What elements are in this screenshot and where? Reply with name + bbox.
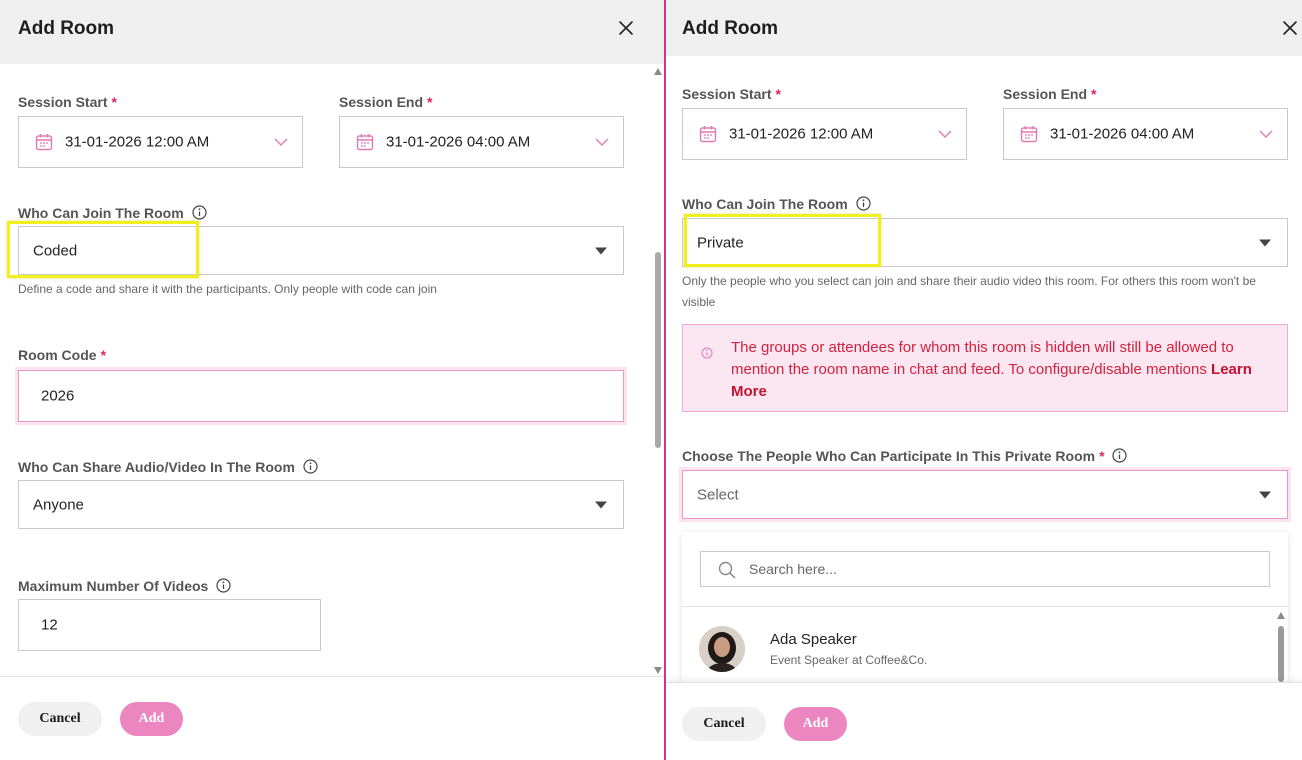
caret-down-icon: [1259, 491, 1271, 498]
who-can-join-label: Who Can Join The Room: [18, 205, 207, 221]
chevron-down-icon: [1259, 130, 1273, 138]
room-code-input[interactable]: 2026: [18, 370, 624, 422]
caret-down-icon: [595, 501, 607, 508]
who-can-join-value: Coded: [33, 242, 78, 259]
who-can-share-value: Anyone: [33, 496, 84, 513]
session-end-value: 31-01-2026 04:00 AM: [386, 133, 531, 151]
scroll-thumb[interactable]: [1278, 626, 1284, 682]
add-button[interactable]: Add: [120, 702, 183, 736]
session-start-field[interactable]: 31-01-2026 12:00 AM: [18, 116, 303, 168]
list-item[interactable]: Ada Speaker Event Speaker at Coffee&Co.: [682, 608, 1272, 682]
session-start-label: Session Start *: [18, 94, 117, 110]
room-code-label: Room Code *: [18, 347, 107, 363]
who-can-join-hint: Define a code and share it with the part…: [18, 282, 437, 296]
panel-title: Add Room: [18, 18, 115, 39]
session-start-value: 31-01-2026 12:00 AM: [65, 133, 210, 151]
choose-people-placeholder: Select: [697, 486, 739, 503]
panel-footer: Cancel Add: [0, 676, 664, 760]
close-icon[interactable]: [614, 16, 638, 40]
session-end-label: Session End *: [339, 94, 433, 110]
screen: Add Room Session Start * 31-01-2026 12:00…: [0, 0, 1302, 760]
add-button[interactable]: Add: [784, 707, 847, 741]
dropdown-scrollbar[interactable]: [1276, 610, 1286, 682]
alert-text: The groups or attendees for whom this ro…: [731, 339, 1252, 400]
info-icon[interactable]: [216, 578, 231, 593]
session-end-value: 31-01-2026 04:00 AM: [1050, 125, 1195, 143]
max-videos-value: 12: [41, 616, 58, 634]
cancel-button[interactable]: Cancel: [18, 702, 102, 736]
cancel-button[interactable]: Cancel: [682, 707, 766, 741]
calendar-icon: [699, 126, 717, 143]
scroll-up-icon[interactable]: [1277, 612, 1285, 619]
session-start-label: Session Start *: [682, 86, 781, 102]
choose-people-label: Choose The People Who Can Participate In…: [682, 448, 1128, 464]
who-can-join-select[interactable]: Private: [682, 218, 1288, 267]
person-title: Event Speaker at Coffee&Co.: [770, 653, 928, 667]
panel-footer: Cancel Add: [666, 682, 1302, 760]
avatar: [699, 626, 745, 672]
chevron-down-icon: [274, 138, 288, 146]
session-end-field[interactable]: 31-01-2026 04:00 AM: [339, 116, 624, 168]
session-end-field[interactable]: 31-01-2026 04:00 AM: [1003, 108, 1288, 160]
info-icon[interactable]: [855, 196, 871, 211]
choose-people-select[interactable]: Select: [682, 470, 1288, 519]
scroll-down-icon[interactable]: [654, 667, 662, 674]
max-videos-label: Maximum Number Of Videos: [18, 578, 231, 594]
session-start-field[interactable]: 31-01-2026 12:00 AM: [682, 108, 967, 160]
who-can-share-label: Who Can Share Audio/Video In The Room: [18, 459, 318, 475]
close-icon[interactable]: [1278, 16, 1302, 40]
info-icon[interactable]: [303, 459, 318, 474]
session-start-value: 31-01-2026 12:00 AM: [729, 125, 874, 143]
panel-header: Add Room: [0, 0, 664, 64]
info-icon: [701, 347, 713, 359]
max-videos-input[interactable]: 12: [18, 599, 321, 651]
panel-title: Add Room: [682, 18, 779, 39]
who-can-join-hint: Only the people who you select can join …: [682, 274, 1256, 309]
people-search-input[interactable]: Search here...: [700, 551, 1270, 587]
who-can-join-select[interactable]: Coded: [18, 226, 624, 275]
add-room-panel-coded: Add Room Session Start * 31-01-2026 12:00…: [0, 0, 666, 760]
search-placeholder: Search here...: [749, 561, 837, 577]
scroll-thumb[interactable]: [655, 252, 661, 448]
chevron-down-icon: [938, 130, 952, 138]
search-icon: [718, 561, 736, 579]
person-name: Ada Speaker: [770, 631, 857, 648]
scroll-up-icon[interactable]: [654, 68, 662, 75]
caret-down-icon: [595, 247, 607, 254]
info-icon[interactable]: [1112, 448, 1128, 463]
session-end-label: Session End *: [1003, 86, 1097, 102]
panel-header: Add Room: [666, 0, 1302, 56]
divider: [682, 606, 1288, 607]
caret-down-icon: [1259, 239, 1271, 246]
who-can-join-label: Who Can Join The Room: [682, 196, 871, 212]
calendar-icon: [1020, 126, 1038, 143]
scrollbar[interactable]: [653, 66, 663, 676]
chevron-down-icon: [595, 138, 609, 146]
info-icon[interactable]: [191, 205, 207, 220]
who-can-join-value: Private: [697, 234, 744, 251]
mention-warning-alert: The groups or attendees for whom this ro…: [682, 324, 1288, 412]
room-code-value: 2026: [41, 387, 75, 405]
who-can-share-select[interactable]: Anyone: [18, 480, 624, 529]
calendar-icon: [35, 134, 53, 151]
people-dropdown: Search here... Ada Speaker Event Speaker…: [682, 532, 1288, 682]
calendar-icon: [356, 134, 374, 151]
add-room-panel-private: Add Room Session Start * 31-01-2026 12:00…: [666, 0, 1302, 760]
